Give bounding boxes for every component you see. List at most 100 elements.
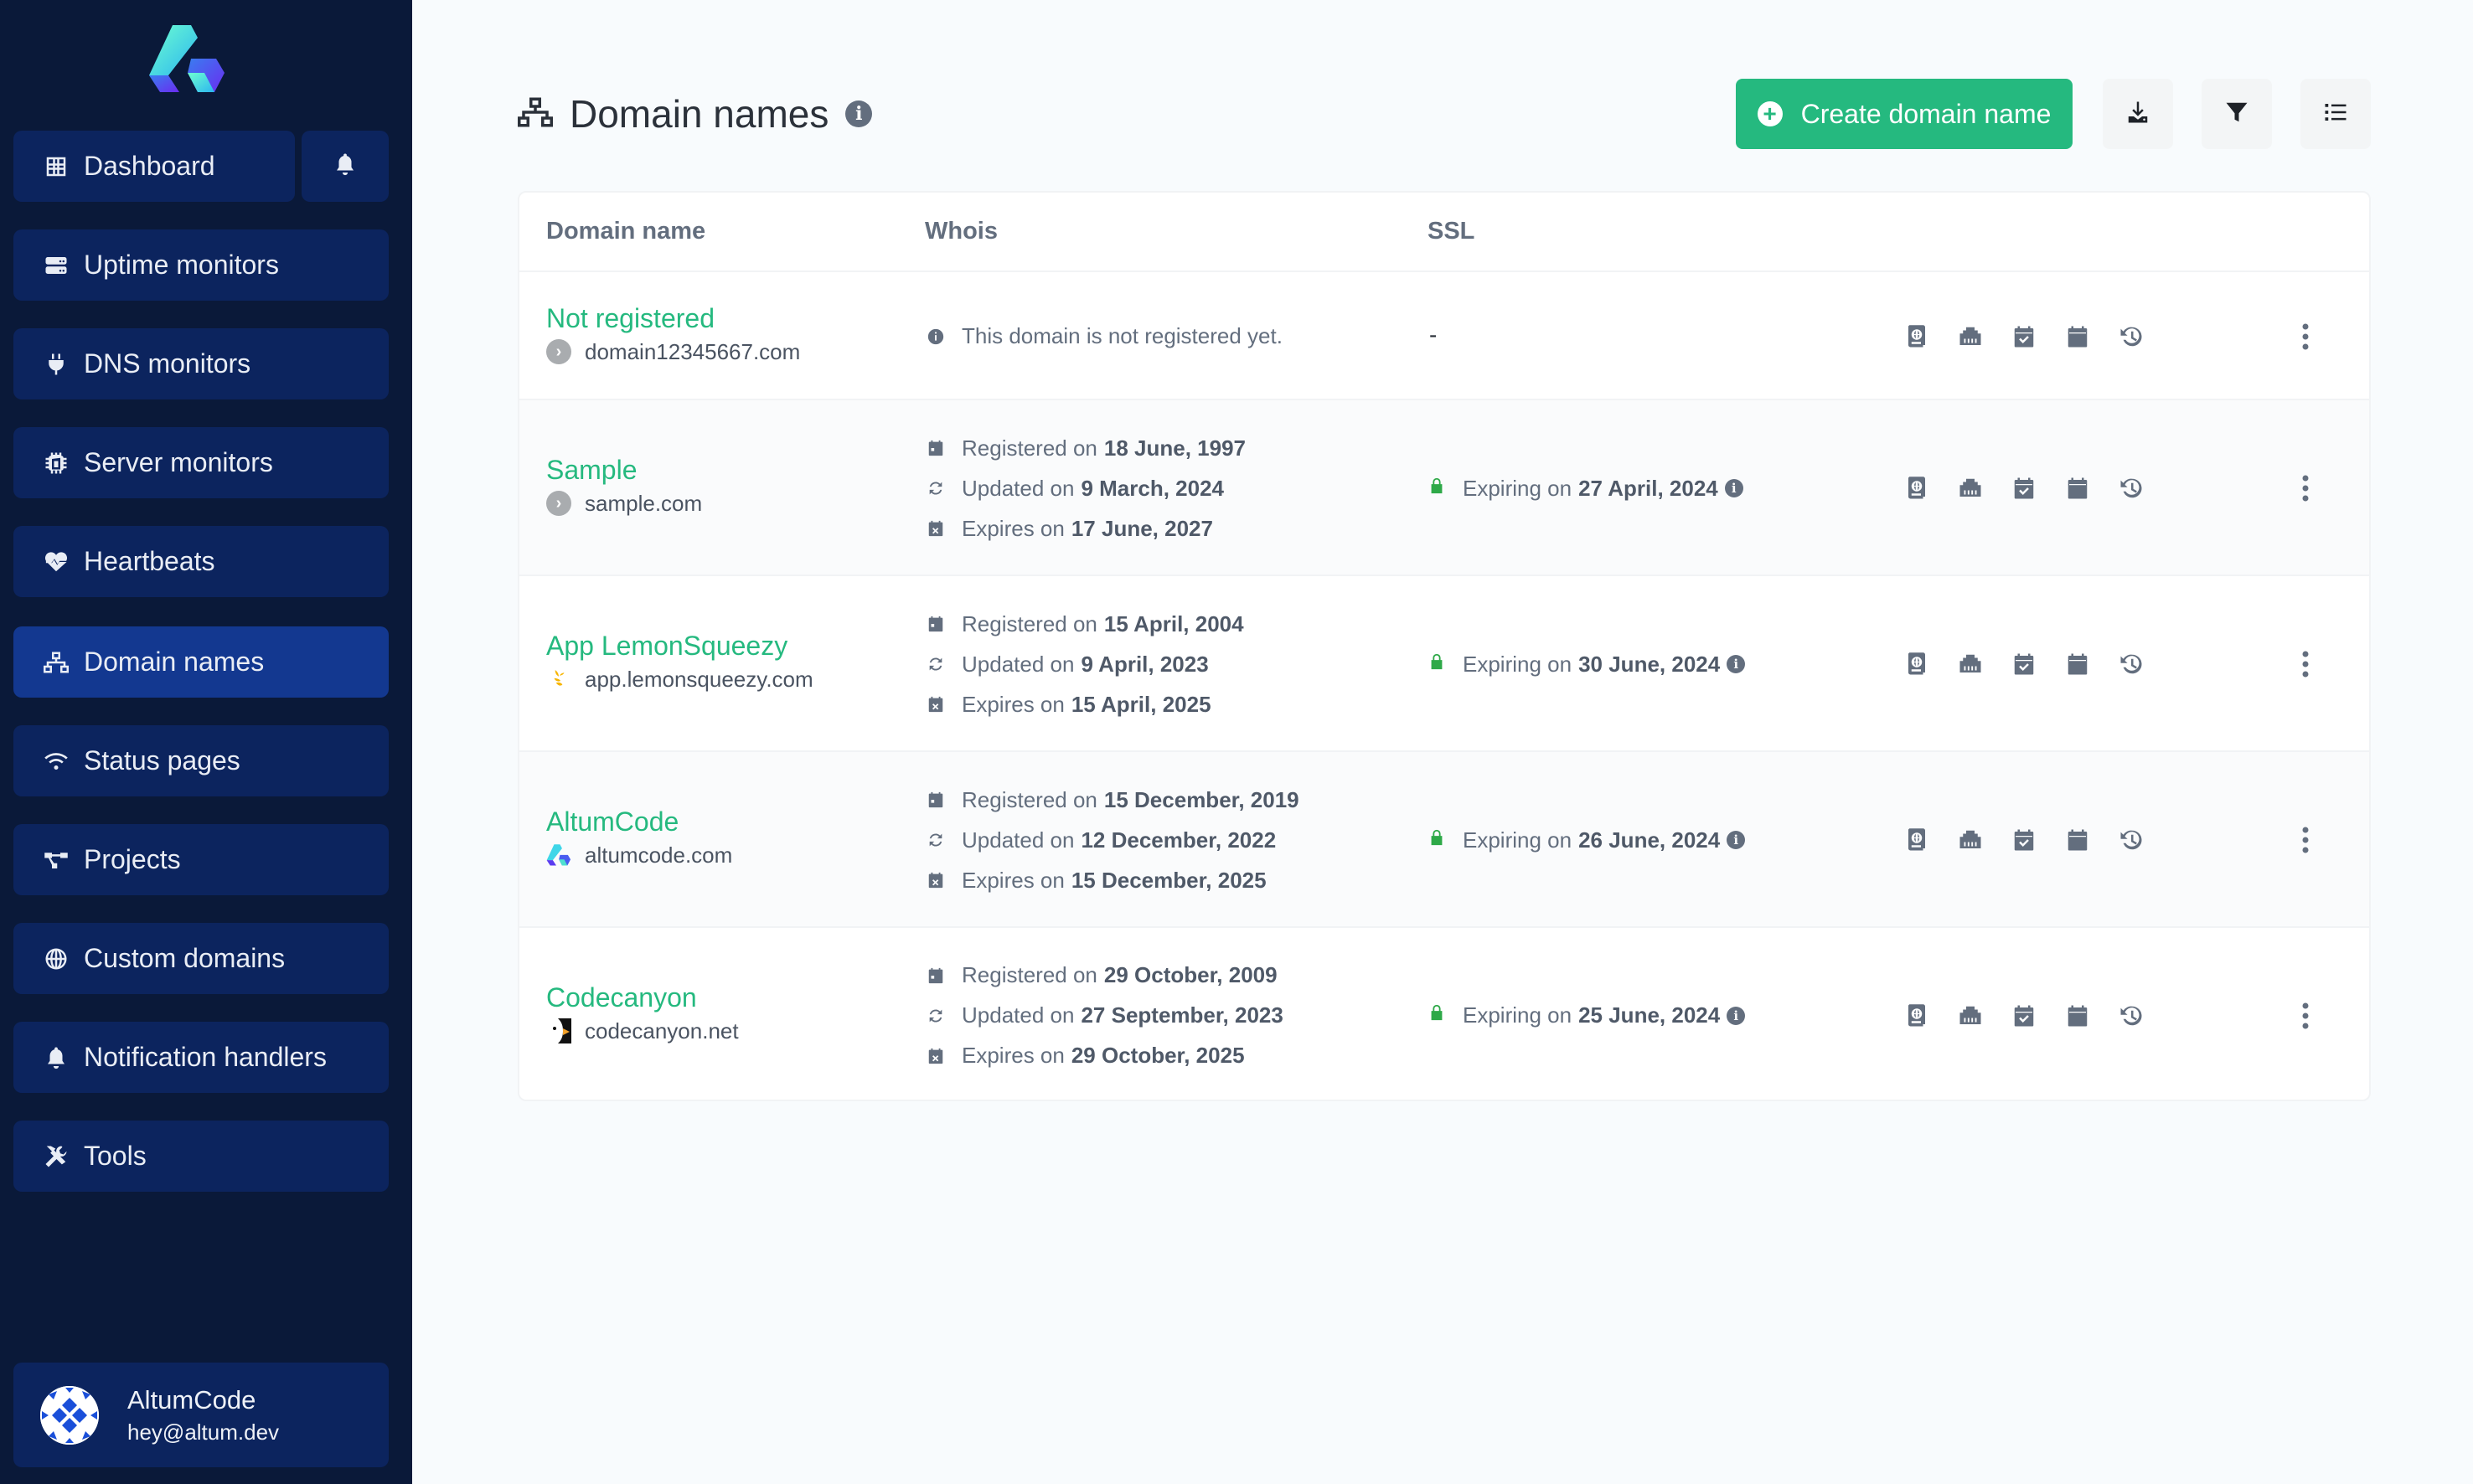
calendar-icon[interactable]	[2051, 823, 2104, 857]
registered-label: Registered on	[962, 435, 1097, 461]
sidebar-item-custom-domains[interactable]: Custom domains	[13, 923, 389, 994]
sidebar-item-uptime-monitors[interactable]: Uptime monitors	[13, 229, 389, 301]
passport-icon[interactable]	[1890, 320, 1944, 353]
passport-icon[interactable]	[1890, 999, 1944, 1033]
list-view-button[interactable]	[2300, 79, 2371, 149]
sidebar-item-label: Dashboard	[84, 151, 215, 181]
sync-icon	[929, 1008, 942, 1023]
calendar-registered-icon	[928, 440, 943, 456]
calendar-icon[interactable]	[2051, 471, 2104, 505]
sidebar-item-domain-names[interactable]: Domain names	[13, 626, 389, 698]
user-email: hey@altum.dev	[127, 1419, 280, 1445]
sidebar-item-projects[interactable]: Projects	[13, 824, 389, 895]
sidebar-item-status-pages[interactable]: Status pages	[13, 725, 389, 796]
sidebar-item-label: Custom domains	[84, 943, 286, 973]
domain-host: app.lemonsqueezy.com	[546, 666, 813, 693]
whois-cell: Registered on 15 December, 2019 Updated o…	[927, 780, 1299, 900]
sidebar-item-server-monitors[interactable]: Server monitors	[13, 427, 389, 498]
microchip-icon	[42, 449, 70, 477]
registered-date: 18 June, 1997	[1103, 435, 1247, 461]
sidebar-item-label: Uptime monitors	[84, 250, 279, 280]
ethernet-icon[interactable]	[1944, 471, 1997, 505]
lemonsqueezy-favicon	[546, 667, 571, 692]
codecanyon-favicon	[546, 1018, 571, 1043]
notifications-button[interactable]	[302, 131, 389, 202]
info-circle-icon[interactable]: i	[845, 100, 873, 127]
calendar-check-icon[interactable]	[1997, 999, 2051, 1033]
list-icon	[2323, 100, 2348, 129]
passport-icon[interactable]	[1890, 471, 1944, 505]
history-icon[interactable]	[2104, 647, 2158, 681]
sidebar-item-heartbeats[interactable]: Heartbeats	[13, 526, 389, 597]
domain-host-text: app.lemonsqueezy.com	[585, 667, 813, 692]
wifi-icon	[42, 747, 70, 775]
row-actions	[1890, 320, 2158, 353]
passport-icon[interactable]	[1890, 823, 1944, 857]
sidebar-item-notification-handlers[interactable]: Notification handlers	[13, 1022, 389, 1093]
ethernet-icon[interactable]	[1944, 823, 1997, 857]
sidebar-item-tools[interactable]: Tools	[13, 1121, 389, 1192]
expires-label: Expires on	[962, 515, 1065, 541]
expires-label: Expires on	[962, 691, 1065, 717]
network-icon	[518, 95, 553, 134]
ssl-cell: Expiring on 30 June, 2024 i	[1428, 647, 1746, 681]
ssl-cell: -	[1429, 321, 1438, 348]
registered-date: 15 December, 2019	[1103, 786, 1299, 812]
create-domain-name-button[interactable]: + Create domain name	[1736, 79, 2073, 149]
history-icon[interactable]	[2104, 471, 2158, 505]
expires-date: 29 October, 2025	[1071, 1043, 1245, 1068]
domain-name-link[interactable]: AltumCode	[546, 805, 732, 838]
ethernet-icon[interactable]	[1944, 320, 1997, 353]
passport-icon[interactable]	[1890, 647, 1944, 681]
expires-label: Expires on	[962, 867, 1065, 893]
sync-icon	[929, 482, 942, 495]
calendar-check-icon[interactable]	[1997, 320, 2051, 353]
user-name: AltumCode	[127, 1384, 256, 1414]
domain-name-link[interactable]: App LemonSqueezy	[546, 629, 813, 662]
sidebar-item-label: DNS monitors	[84, 348, 251, 379]
user-menu[interactable]: AltumCode hey@altum.dev	[13, 1363, 389, 1467]
download-button[interactable]	[2103, 79, 2173, 149]
info-circle-icon[interactable]: i	[1727, 1006, 1746, 1025]
domain-name-link[interactable]: Codecanyon	[546, 981, 739, 1014]
row-actions	[1890, 823, 2158, 857]
more-options-button[interactable]	[2289, 471, 2322, 505]
registered-label: Registered on	[962, 786, 1097, 812]
domain-name-link[interactable]: Not registered	[546, 301, 800, 335]
network-icon	[42, 648, 70, 677]
history-icon[interactable]	[2104, 320, 2158, 353]
domain-host: codecanyon.net	[546, 1018, 739, 1044]
ethernet-icon[interactable]	[1944, 647, 1997, 681]
calendar-check-icon[interactable]	[1997, 823, 2051, 857]
calendar-icon[interactable]	[2051, 320, 2104, 353]
more-options-button[interactable]	[2289, 823, 2322, 857]
sidebar-item-dashboard[interactable]: Dashboard	[13, 131, 295, 202]
domain-host-text: codecanyon.net	[585, 1018, 739, 1043]
calendar-icon[interactable]	[2051, 647, 2104, 681]
info-circle-icon[interactable]: i	[1727, 655, 1746, 673]
filter-button[interactable]	[2202, 79, 2272, 149]
domain-name-link[interactable]: Sample	[546, 453, 702, 487]
table-row: AltumCode altumcode.com Registered on 15 …	[519, 752, 2369, 928]
history-icon[interactable]	[2104, 823, 2158, 857]
calendar-check-icon[interactable]	[1997, 647, 2051, 681]
history-icon[interactable]	[2104, 999, 2158, 1033]
app-logo[interactable]	[147, 25, 227, 95]
calendar-icon[interactable]	[2051, 999, 2104, 1033]
table-row: Sample › sample.com Registered on 18 June,…	[519, 400, 2369, 576]
ssl-expiring-label: Expiring on	[1463, 1002, 1572, 1028]
ethernet-icon[interactable]	[1944, 999, 1997, 1033]
info-circle-icon[interactable]: i	[1724, 479, 1743, 497]
expires-label: Expires on	[962, 1043, 1065, 1068]
sidebar-item-dns-monitors[interactable]: DNS monitors	[13, 328, 389, 399]
more-options-button[interactable]	[2289, 647, 2322, 681]
registered-date: 29 October, 2009	[1103, 962, 1278, 987]
page-header: Domain names i	[518, 79, 873, 149]
calendar-check-icon[interactable]	[1997, 471, 2051, 505]
bell-icon	[333, 151, 358, 182]
info-circle-icon[interactable]: i	[1727, 831, 1746, 849]
more-options-button[interactable]	[2289, 999, 2322, 1033]
table-row: Codecanyon codecanyon.net Registered on 2…	[519, 928, 2369, 1100]
whois-cell: Registered on 18 June, 1997 Updated on 9 M…	[927, 428, 1246, 549]
more-options-button[interactable]	[2289, 320, 2322, 353]
